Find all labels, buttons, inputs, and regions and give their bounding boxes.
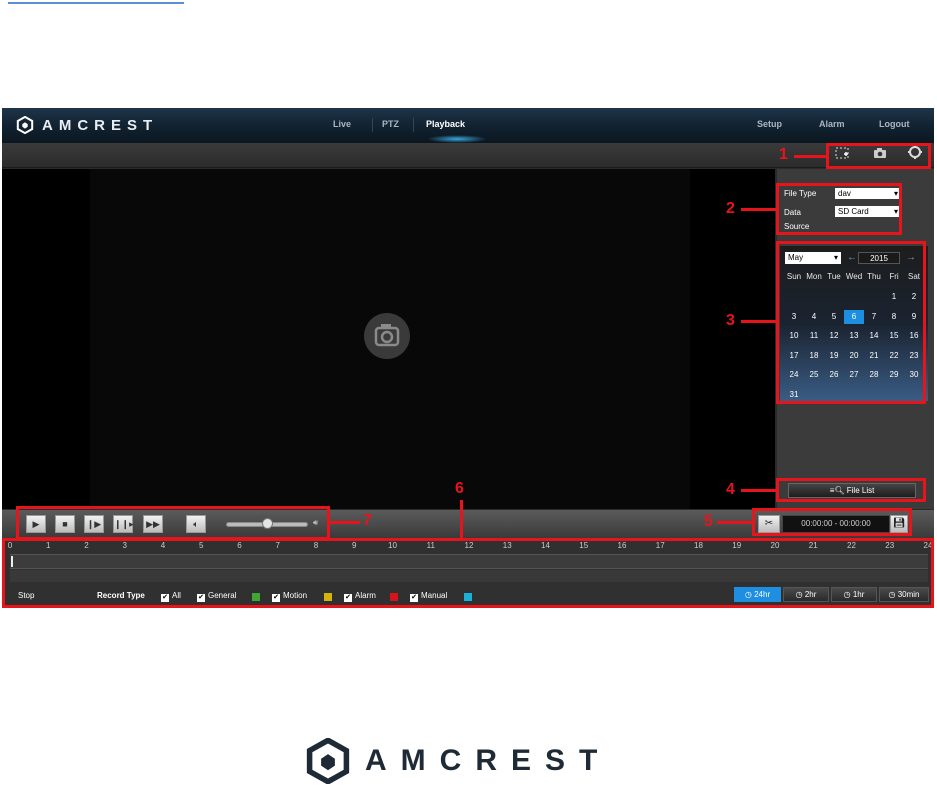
amcrest-logo-icon xyxy=(16,116,34,134)
callout-box-2 xyxy=(776,183,902,235)
footer-brand-name: AMCREST xyxy=(365,744,612,777)
page: AMCREST Live PTZ Playback Setup Alarm Lo… xyxy=(0,0,937,791)
nav-active-indicator xyxy=(427,135,487,143)
callout-box-7 xyxy=(16,506,330,540)
callout-box-4 xyxy=(776,478,926,502)
callout-number-5: 5 xyxy=(704,513,713,530)
camera-placeholder-icon xyxy=(364,313,410,359)
nav-alarm[interactable]: Alarm xyxy=(819,119,845,129)
amcrest-logo-icon xyxy=(306,738,350,784)
callout-leader-1 xyxy=(794,155,826,158)
header-bar: AMCREST Live PTZ Playback Setup Alarm Lo… xyxy=(2,108,934,143)
callout-box-1 xyxy=(826,143,931,169)
callout-number-3: 3 xyxy=(726,312,735,329)
callout-number-1: 1 xyxy=(779,146,788,163)
nav-ptz[interactable]: PTZ xyxy=(382,119,399,129)
nav-setup[interactable]: Setup xyxy=(757,119,782,129)
callout-number-7: 7 xyxy=(363,512,372,529)
callout-leader-7 xyxy=(330,521,360,524)
nav-live[interactable]: Live xyxy=(333,119,351,129)
callout-box-6 xyxy=(2,538,934,608)
callout-leader-4 xyxy=(741,489,776,492)
callout-leader-2 xyxy=(741,208,776,211)
callout-leader-6 xyxy=(460,500,463,538)
callout-leader-5 xyxy=(717,521,752,524)
footer-logo: AMCREST xyxy=(305,738,611,784)
callout-number-2: 2 xyxy=(726,200,735,217)
brand-name: AMCREST xyxy=(42,116,159,134)
brand-logo: AMCREST xyxy=(16,116,158,134)
video-viewport[interactable] xyxy=(2,169,775,509)
callout-leader-3 xyxy=(741,320,776,323)
callout-number-6: 6 xyxy=(455,480,464,497)
nav-divider xyxy=(413,118,414,132)
callout-number-4: 4 xyxy=(726,481,735,498)
nav-logout[interactable]: Logout xyxy=(879,119,910,129)
nav-divider xyxy=(372,118,373,132)
callout-box-5 xyxy=(752,508,912,536)
top-rule xyxy=(8,2,184,4)
nav-playback[interactable]: Playback xyxy=(426,119,465,129)
callout-box-3 xyxy=(776,241,926,404)
